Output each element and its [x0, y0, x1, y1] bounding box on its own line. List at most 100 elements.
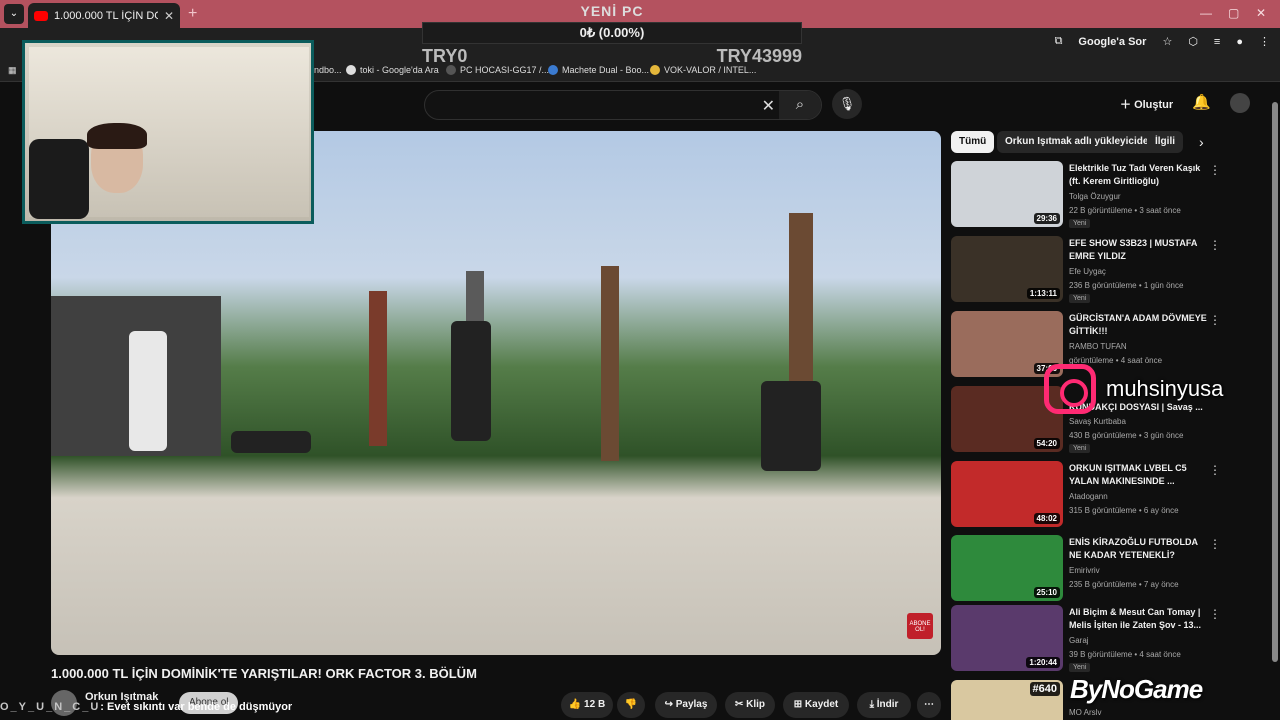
goal-min: TRY0	[422, 46, 468, 66]
rec-title[interactable]: ENİS KİRAZOĞLU FUTBOLDA NE KADAR YETENEK…	[1069, 536, 1209, 562]
more-menu-icon[interactable]: ⋮	[1209, 313, 1221, 327]
clip-button[interactable]: ✂ Klip	[725, 692, 775, 718]
bookmark-label: ndbo...	[314, 65, 342, 75]
profile-icon[interactable]: ●	[1236, 36, 1243, 48]
rec-channel[interactable]: Tolga Özuygur	[1069, 192, 1121, 201]
cast-icon[interactable]: ⧉	[1055, 35, 1063, 48]
minimize-icon[interactable]: —	[1200, 6, 1212, 20]
reading-list-icon[interactable]: ≡	[1214, 36, 1220, 48]
video-title: 1.000.000 TL İÇİN DOMİNİK'TE YARIŞTILAR!…	[51, 666, 477, 681]
more-menu-icon[interactable]: ⋮	[1209, 537, 1221, 551]
gaming-chair	[29, 139, 89, 219]
maximize-icon[interactable]: ▢	[1228, 6, 1239, 20]
webcam-feed	[29, 47, 309, 219]
new-tab-icon[interactable]: +	[188, 5, 197, 23]
rec-title[interactable]: Elektrikle Tuz Tadı Veren Kaşık (ft. Ker…	[1069, 162, 1209, 188]
recommendation-item[interactable]: 1:13:11 EFE SHOW S3B23 | MUSTAFA EMRE YI…	[951, 236, 1221, 304]
webcam-overlay	[22, 40, 314, 224]
rec-channel[interactable]: RAMBO TUFAN	[1069, 342, 1127, 351]
more-menu-icon[interactable]: ⋮	[1209, 607, 1221, 621]
clear-search-icon[interactable]: ✕	[762, 96, 775, 116]
browser-menu-icon[interactable]: ⋮	[1259, 35, 1270, 48]
scene-person	[761, 381, 821, 471]
youtube-favicon-icon	[34, 10, 48, 21]
rec-channel[interactable]: Efe Uygaç	[1069, 267, 1106, 276]
recommendation-item[interactable]: 29:36 Elektrikle Tuz Tadı Veren Kaşık (f…	[951, 161, 1221, 229]
search-input[interactable]: ✕ ⌕	[424, 90, 822, 120]
like-count: 12 B	[584, 699, 606, 710]
address-bar-actions: ⧉ Google'a Sor ☆ ⬡ ≡ ● ⋮	[1055, 35, 1270, 48]
share-button[interactable]: ↪ Paylaş	[655, 692, 717, 718]
bookmark-item[interactable]: ndbo...	[314, 65, 342, 75]
voice-search-icon[interactable]: 🎙	[832, 89, 862, 119]
goal-progress-bar: 0₺ (0.00%)	[422, 22, 802, 44]
video-thumbnail[interactable]: 48:02	[951, 461, 1063, 527]
more-actions-icon[interactable]: ⋯	[917, 692, 941, 718]
rec-title[interactable]: ORKUN IŞITMAK LVBEL C5 YALAN MAKINESINDE…	[1069, 462, 1209, 488]
chip-all[interactable]: Tümü	[951, 131, 995, 153]
recommendation-item[interactable]: 1:20:44 Ali Biçim & Mesut Can Tomay | Me…	[951, 605, 1221, 673]
rec-channel[interactable]: MO Arslv	[1069, 708, 1101, 717]
filter-chips: Tümü Orkun Işıtmak adlı yükleyiciden İlg…	[951, 131, 1216, 155]
rec-meta: 39 B görüntüleme • 4 saat önce	[1069, 650, 1181, 659]
duration: 29:36	[1033, 213, 1060, 224]
page-scrollbar[interactable]	[1272, 90, 1278, 720]
tab-search-icon[interactable]: ⌄	[4, 4, 24, 24]
browser-tab[interactable]: 1.000.000 TL İÇİN DOMİNİK'TE ✕	[28, 3, 180, 28]
rec-channel[interactable]: Savaş Kurtbaba	[1069, 417, 1126, 426]
chevron-right-icon[interactable]: ›	[1199, 134, 1204, 150]
download-label: İndir	[876, 699, 899, 710]
chip-uploader[interactable]: Orkun Işıtmak adlı yükleyiciden	[997, 131, 1163, 153]
apps-icon[interactable]: ▦	[8, 65, 17, 76]
video-thumbnail[interactable]: 1:13:11	[951, 236, 1063, 302]
download-button[interactable]: ⤓ İndir	[857, 692, 911, 718]
new-badge: Yeni	[1069, 219, 1091, 228]
create-button[interactable]: ＋ Oluştur	[1120, 96, 1173, 112]
tab-title: 1.000.000 TL İÇİN DOMİNİK'TE	[54, 9, 158, 22]
chat-text: : Evet sıkıntı var bende de düşmüyor	[100, 701, 293, 713]
chat-username: O_Y_U_N_C_U	[0, 701, 101, 713]
clip-label: Klip	[746, 699, 766, 710]
save-label: Kaydet	[804, 699, 839, 710]
chip-related[interactable]: İlgili	[1147, 131, 1183, 153]
recommendation-item[interactable]: 25:10 ENİS KİRAZOĞLU FUTBOLDA NE KADAR Y…	[951, 535, 1221, 603]
rec-channel[interactable]: Emirivriv	[1069, 566, 1100, 575]
rec-meta: 22 B görüntüleme • 3 saat önce	[1069, 206, 1181, 215]
scene-person	[231, 431, 311, 453]
window-close-icon[interactable]: ✕	[1256, 6, 1266, 20]
chat-message: O_Y_U_N_C_U: Evet sıkıntı var bende de d…	[0, 701, 292, 713]
new-badge: Yeni	[1069, 444, 1091, 453]
rec-title[interactable]: GÜRCİSTAN'A ADAM DÖVMEYE GİTTİK!!!	[1069, 312, 1209, 338]
like-button[interactable]: 👍 12 B	[561, 692, 613, 718]
extensions-icon[interactable]: ⬡	[1188, 35, 1198, 48]
save-button[interactable]: ⊞ Kaydet	[783, 692, 849, 718]
more-menu-icon[interactable]: ⋮	[1209, 163, 1221, 177]
google-sor-button[interactable]: Google'a Sor	[1078, 36, 1146, 48]
rec-channel[interactable]: Garaj	[1069, 636, 1089, 645]
bookmark-star-icon[interactable]: ☆	[1162, 35, 1172, 48]
video-thumbnail[interactable]: #640	[951, 680, 1063, 720]
notifications-bell-icon[interactable]: 🔔	[1192, 93, 1211, 111]
search-icon[interactable]: ⌕	[779, 91, 821, 119]
rec-title[interactable]: Ali Biçim & Mesut Can Tomay | Melis İşit…	[1069, 606, 1209, 632]
subscribe-badge[interactable]: ABONE OL!	[907, 613, 933, 639]
video-thumbnail[interactable]: 25:10	[951, 535, 1063, 601]
instagram-icon	[1044, 364, 1096, 414]
recommendation-item[interactable]: 48:02 ORKUN IŞITMAK LVBEL C5 YALAN MAKIN…	[951, 461, 1221, 529]
rec-meta: 236 B görüntüleme • 1 gün önce	[1069, 281, 1184, 290]
scrollbar-thumb[interactable]	[1272, 102, 1278, 662]
create-label: Oluştur	[1134, 99, 1174, 111]
more-menu-icon[interactable]: ⋮	[1209, 463, 1221, 477]
tab-close-icon[interactable]: ✕	[164, 9, 174, 23]
rec-meta: 315 B görüntüleme • 6 ay önce	[1069, 506, 1179, 515]
more-menu-icon[interactable]: ⋮	[1209, 238, 1221, 252]
stream-goal-overlay: YENİ PC 0₺ (0.00%) TRY0 TRY43999	[422, 0, 802, 70]
rec-channel[interactable]: Atadogann	[1069, 492, 1108, 501]
video-thumbnail[interactable]: 29:36	[951, 161, 1063, 227]
rec-title[interactable]: EFE SHOW S3B23 | MUSTAFA EMRE YILDIZ	[1069, 237, 1209, 263]
share-label: Paylaş	[675, 699, 708, 710]
dislike-icon[interactable]: 👎	[617, 692, 645, 718]
scene-pole	[369, 291, 387, 446]
account-avatar[interactable]	[1230, 93, 1250, 113]
video-thumbnail[interactable]: 1:20:44	[951, 605, 1063, 671]
